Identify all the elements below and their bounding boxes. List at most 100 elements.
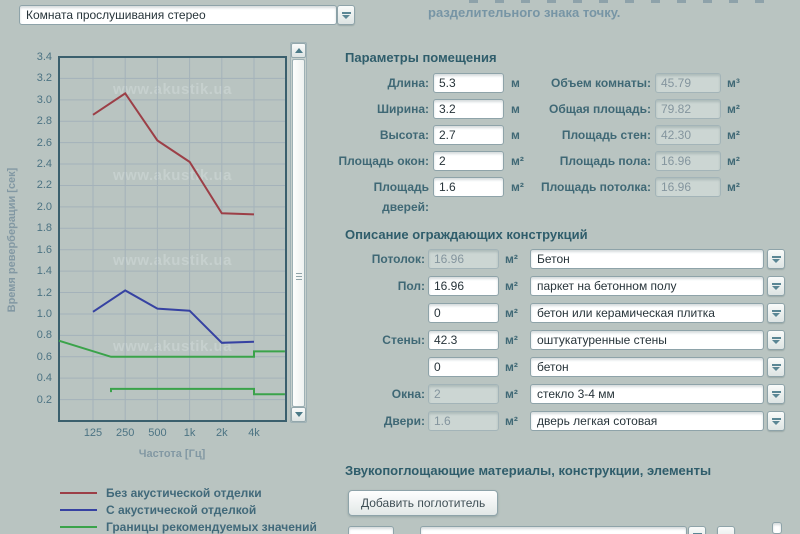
length-input[interactable] xyxy=(433,73,504,93)
scrollbar-thumb[interactable] xyxy=(292,59,305,407)
arrow-down-icon xyxy=(295,412,303,417)
width-label: Ширина: xyxy=(345,99,429,119)
x-tick-label: 500 xyxy=(141,427,173,439)
y-tick-label: 1.0 xyxy=(20,307,52,321)
chart-scrollbar[interactable] xyxy=(290,42,307,423)
height-label: Высота: xyxy=(345,125,429,145)
walls-material-value: оштукатуренные стены xyxy=(537,333,667,347)
arrow-up-icon xyxy=(295,48,303,53)
absorber-quantity-input[interactable] xyxy=(348,526,394,534)
walls-material-select[interactable]: оштукатуренные стены xyxy=(530,330,764,350)
y-tick-label: 0.8 xyxy=(20,328,52,342)
add-absorber-button[interactable]: Добавить поглотитель xyxy=(348,490,498,516)
length-unit: м xyxy=(511,73,520,93)
section-heading-constructions: Описание ограждающих конструкций xyxy=(345,227,588,242)
windows-area-input[interactable] xyxy=(433,151,504,171)
width-unit: м xyxy=(511,99,520,119)
y-tick-label: 1.6 xyxy=(20,243,52,257)
total-area-field xyxy=(655,99,721,119)
y-tick-label: 3.0 xyxy=(20,93,52,107)
room-preset-select[interactable]: Комната прослушивания стерео xyxy=(19,5,337,25)
floor-area-field xyxy=(655,151,721,171)
reverberation-chart xyxy=(58,56,287,422)
windows-area-unit: м² xyxy=(511,151,524,171)
unit-label: м² xyxy=(505,249,518,269)
instructions-text: разделительного знака точку. xyxy=(428,5,620,20)
unit-label: м² xyxy=(505,384,518,404)
unit-label: м² xyxy=(505,276,518,296)
floor2-material-select[interactable]: бетон или керамическая плитка xyxy=(530,303,764,323)
floor2-area-input[interactable] xyxy=(428,303,499,323)
scroll-up-button[interactable] xyxy=(291,43,306,58)
windows-material-value: стекло 3-4 мм xyxy=(537,387,615,401)
doors-area-input[interactable] xyxy=(433,177,504,197)
windows-area-field xyxy=(428,384,499,404)
walls2-material-dropdown-button[interactable] xyxy=(767,357,785,377)
scroll-down-button[interactable] xyxy=(291,407,306,422)
floor-material-dropdown-button[interactable] xyxy=(767,276,785,296)
legend-line-recommended xyxy=(60,526,97,528)
absorber-material-select[interactable] xyxy=(420,526,687,534)
ceiling-material-dropdown-button[interactable] xyxy=(767,249,785,269)
floor2-material-dropdown-button[interactable] xyxy=(767,303,785,323)
room-preset-value: Комната прослушивания стерео xyxy=(26,8,206,22)
walls-area-field xyxy=(655,125,721,145)
unit-label: м² xyxy=(505,330,518,350)
doors-label: Двери: xyxy=(345,411,425,431)
y-axis-title: Время реверберации [сек] xyxy=(6,168,18,313)
series-line xyxy=(93,93,254,214)
legend-label: Без акустической отделки xyxy=(106,486,262,500)
doors-area-unit: м² xyxy=(511,177,524,197)
doors-material-value: дверь легкая сотовая xyxy=(537,414,657,428)
y-tick-label: 0.2 xyxy=(20,393,52,407)
x-tick-label: 2k xyxy=(206,427,238,439)
absorber-remove-button[interactable] xyxy=(717,526,735,534)
floor-area-input[interactable] xyxy=(428,276,499,296)
height-input[interactable] xyxy=(433,125,504,145)
y-tick-label: 3.4 xyxy=(20,50,52,64)
ceiling-material-value: Бетон xyxy=(537,252,570,266)
doors-area-label: Площадь дверей: xyxy=(325,177,429,217)
doors-material-dropdown-button[interactable] xyxy=(767,411,785,431)
ceiling-area-unit: м² xyxy=(727,177,740,197)
series-line xyxy=(111,389,285,394)
walls2-area-input[interactable] xyxy=(428,357,499,377)
floor-material-select[interactable]: паркет на бетонном полу xyxy=(530,276,764,296)
walls-area-input[interactable] xyxy=(428,330,499,350)
height-unit: м xyxy=(511,125,520,145)
chevron-down-icon xyxy=(342,12,351,19)
absorber-dropdown-button[interactable] xyxy=(688,526,706,534)
doors-material-select[interactable]: дверь легкая сотовая xyxy=(530,411,764,431)
windows-label: Окна: xyxy=(345,384,425,404)
windows-material-select[interactable]: стекло 3-4 мм xyxy=(530,384,764,404)
unit-label: м² xyxy=(505,357,518,377)
floor-area-unit: м² xyxy=(727,151,740,171)
length-label: Длина: xyxy=(345,73,429,93)
x-tick-label: 4k xyxy=(238,427,270,439)
x-tick-label: 250 xyxy=(109,427,141,439)
walls-area-unit: м² xyxy=(727,125,740,145)
walls2-material-value: бетон xyxy=(537,360,569,374)
floor-area-label: Площадь пола: xyxy=(530,151,651,171)
y-tick-label: 0.6 xyxy=(20,350,52,364)
ceiling-material-select[interactable]: Бетон xyxy=(530,249,764,269)
legend-line-no-treatment xyxy=(60,492,97,494)
width-input[interactable] xyxy=(433,99,504,119)
ceiling-area-label: Площадь потолка: xyxy=(530,177,651,197)
walls2-material-select[interactable]: бетон xyxy=(530,357,764,377)
walls-material-dropdown-button[interactable] xyxy=(767,330,785,350)
floor-label: Пол: xyxy=(345,276,425,296)
y-tick-label: 1.4 xyxy=(20,264,52,278)
instructions-clipped-line xyxy=(469,0,781,3)
y-tick-label: 1.8 xyxy=(20,221,52,235)
y-tick-label: 3.2 xyxy=(20,71,52,85)
windows-material-dropdown-button[interactable] xyxy=(767,384,785,404)
room-preset-dropdown-button[interactable] xyxy=(337,5,355,25)
ceiling-area-input xyxy=(428,249,499,269)
legend-line-with-treatment xyxy=(60,509,97,511)
legend-label: Границы рекомендуемых значений xyxy=(106,520,317,534)
chevron-down-icon xyxy=(772,256,781,263)
room-volume-unit: м³ xyxy=(727,73,740,93)
y-tick-label: 2.4 xyxy=(20,157,52,171)
absorber-list-scrollbar[interactable] xyxy=(772,522,782,534)
